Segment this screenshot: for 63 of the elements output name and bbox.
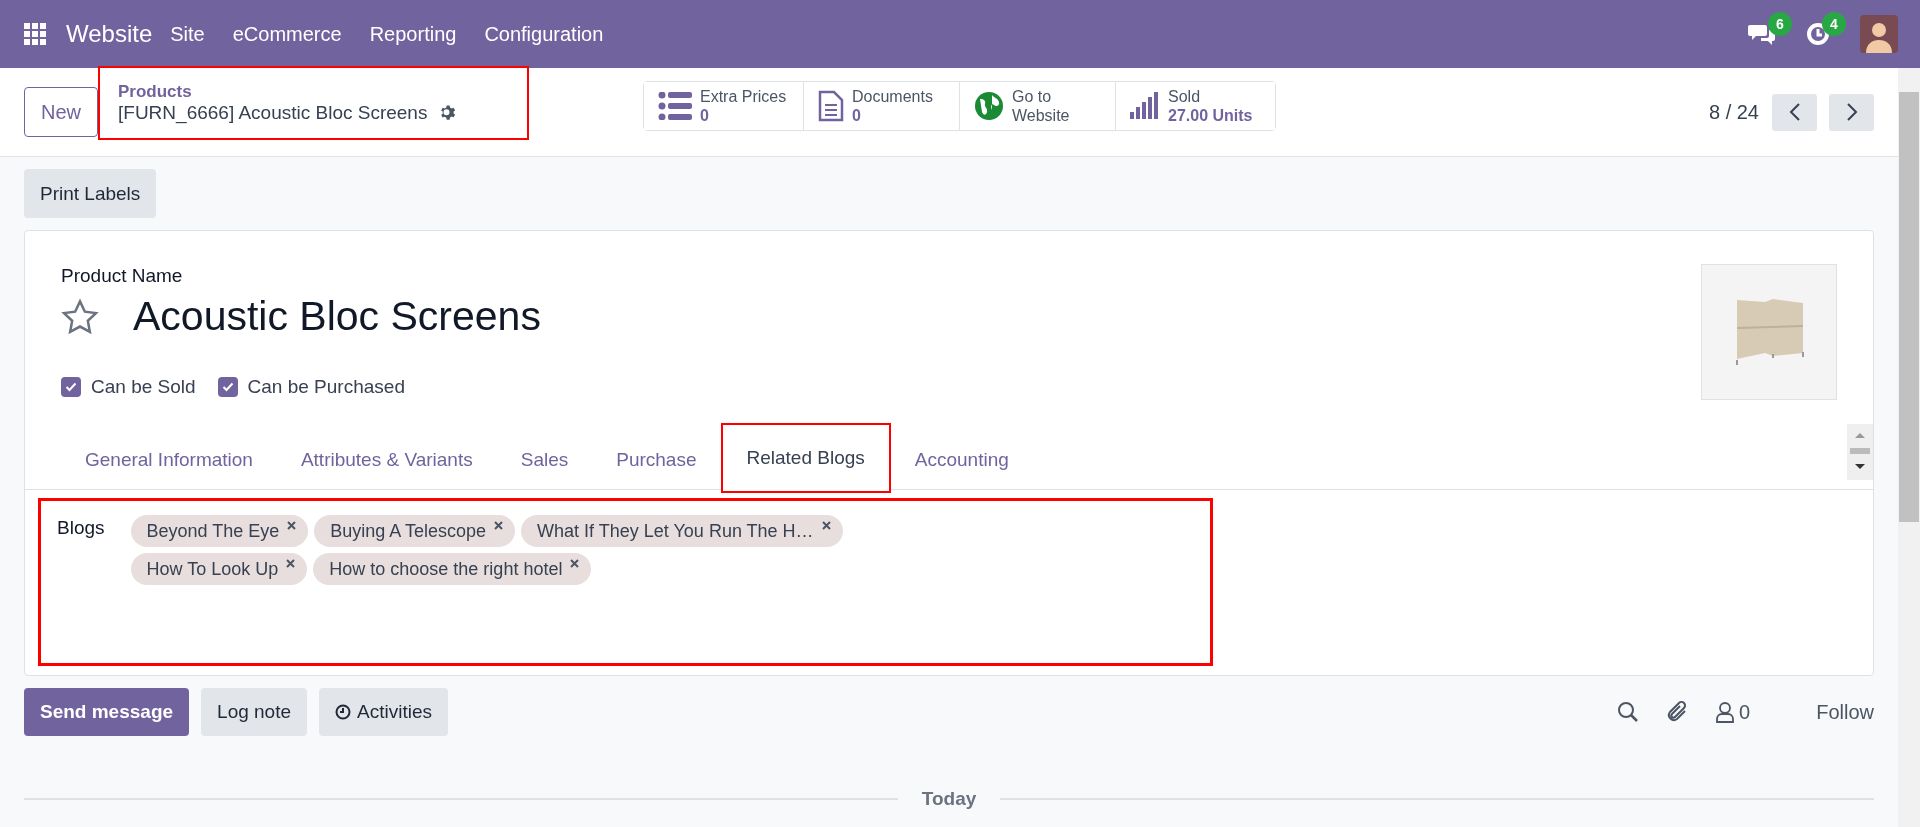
next-button[interactable]: [1829, 93, 1874, 131]
field-label: Blogs: [57, 516, 105, 540]
blog-tag: Buying A Telescope: [314, 515, 516, 547]
product-name: Acoustic Bloc Screens: [133, 293, 541, 340]
bar-chart-icon: [1130, 91, 1160, 121]
menu-item[interactable]: Reporting: [369, 22, 457, 46]
follower-count: 0: [1739, 700, 1751, 724]
message-count-badge: 6: [1768, 12, 1792, 36]
settings-icon[interactable]: [439, 104, 458, 122]
close-icon: [821, 521, 831, 530]
record-title: [FURN_6666] Acoustic Bloc Screens: [118, 102, 428, 124]
blog-tag: How to choose the right hotel: [313, 553, 592, 585]
remove-tag-button[interactable]: [494, 521, 504, 530]
checkbox-label: Can be Purchased: [247, 376, 405, 398]
previous-button[interactable]: [1772, 93, 1817, 131]
list-icon: [658, 92, 692, 120]
clock-icon: [335, 704, 352, 720]
document-icon: [818, 90, 844, 122]
print-labels-button[interactable]: Print Labels: [24, 169, 157, 218]
checkbox[interactable]: [217, 377, 238, 397]
star-icon[interactable]: [61, 298, 99, 335]
new-button[interactable]: New: [24, 87, 98, 137]
remove-tag-button[interactable]: [287, 521, 297, 530]
tab-scroll-arrows[interactable]: [1847, 424, 1873, 480]
close-icon: [287, 521, 297, 530]
check-icon: [65, 382, 77, 392]
person-icon[interactable]: [1715, 701, 1736, 723]
menu-item[interactable]: eCommerce: [232, 22, 342, 46]
blog-tag: What If They Let You Run The H…: [521, 515, 843, 547]
app-grid-icon[interactable]: [24, 23, 46, 45]
pager-value: 8 / 24: [1708, 100, 1759, 124]
remove-tag-button[interactable]: [821, 521, 831, 530]
chatter-button[interactable]: Send message: [24, 688, 190, 736]
checkbox[interactable]: [61, 377, 81, 397]
remove-tag-button[interactable]: [570, 559, 580, 568]
breadcrumb-link[interactable]: Products: [118, 82, 458, 102]
search-icon[interactable]: [1617, 701, 1640, 723]
tab[interactable]: Related Blogs: [720, 423, 891, 493]
globe-icon: [974, 91, 1004, 121]
avatar[interactable]: [1860, 15, 1898, 53]
chat-icon[interactable]: [1748, 22, 1776, 46]
chatter-button[interactable]: Activities: [319, 688, 448, 736]
close-icon: [570, 559, 580, 568]
page-scrollbar[interactable]: [1898, 68, 1920, 827]
stat-button[interactable]: Extra Prices 0: [644, 82, 804, 130]
chatter-button[interactable]: Log note: [201, 688, 308, 736]
menu-item[interactable]: Configuration: [484, 22, 604, 46]
blog-tag: How To Look Up: [130, 553, 308, 585]
remove-tag-button[interactable]: [286, 559, 296, 568]
date-divider: Today: [921, 788, 977, 810]
activity-count-badge: 4: [1822, 12, 1846, 36]
chevron-right-icon: [1845, 102, 1858, 122]
blog-tag: Beyond The Eye: [130, 515, 309, 547]
app-name[interactable]: Website: [66, 20, 153, 48]
menu-item[interactable]: Site: [170, 22, 205, 46]
follow-button[interactable]: Follow: [1816, 700, 1874, 724]
close-icon: [494, 521, 504, 530]
field-label: Product Name: [61, 265, 184, 287]
checkbox-label: Can be Sold: [91, 376, 196, 398]
clock-icon[interactable]: [1806, 22, 1830, 46]
chevron-left-icon: [1788, 102, 1801, 122]
close-icon: [286, 559, 296, 568]
check-icon: [221, 382, 234, 392]
